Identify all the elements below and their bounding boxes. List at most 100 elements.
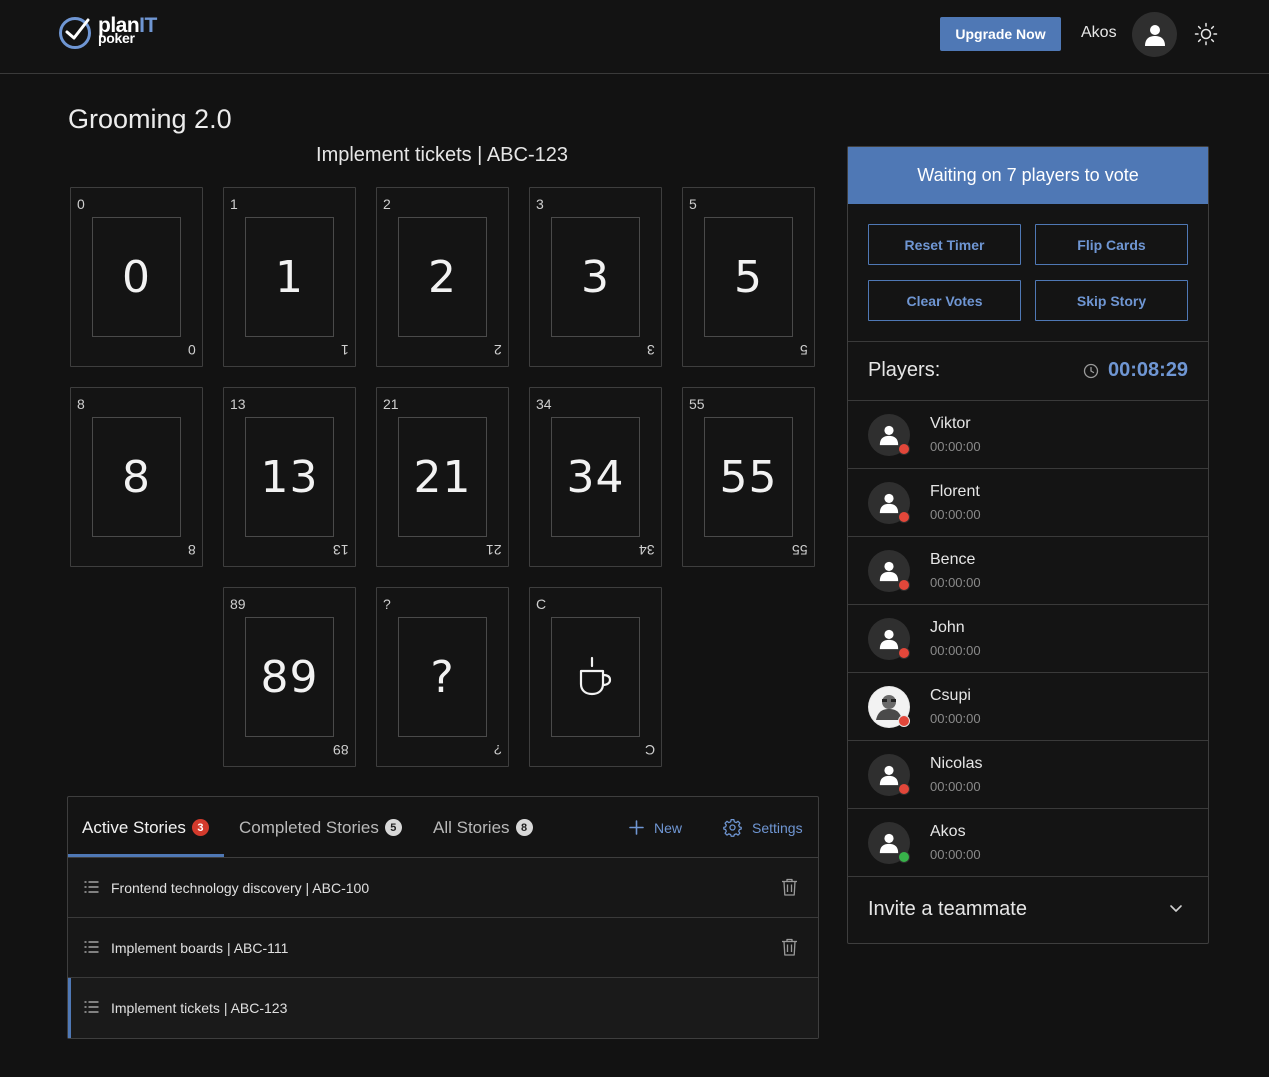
vote-card-question[interactable]: ? ? ? xyxy=(376,587,509,767)
clock-icon xyxy=(1083,363,1099,379)
player-time: 00:00:00 xyxy=(930,847,981,862)
card-face: 1 xyxy=(245,217,334,337)
vote-card-0[interactable]: 0 0 0 xyxy=(70,187,203,367)
card-face: 55 xyxy=(704,417,793,537)
user-icon xyxy=(879,833,899,854)
story-item-current[interactable]: Implement tickets | ABC-123 xyxy=(68,978,818,1038)
active-count-badge: 3 xyxy=(191,819,209,836)
card-corner-top: 2 xyxy=(383,196,391,212)
card-corner-bottom: 2 xyxy=(494,342,502,358)
settings-label: Settings xyxy=(752,819,803,836)
username[interactable]: Akos xyxy=(1081,24,1117,42)
player-row: Viktor 00:00:00 xyxy=(848,401,1208,469)
card-corner-top: C xyxy=(536,596,547,612)
card-face: 89 xyxy=(245,617,334,737)
card-corner-top: 3 xyxy=(536,196,544,212)
current-story-title: Implement tickets | ABC-123 xyxy=(316,144,568,166)
card-face: ? xyxy=(398,617,487,737)
card-corner-top: 8 xyxy=(77,396,85,412)
player-row: Akos 00:00:00 xyxy=(848,809,1208,877)
card-corner-bottom: 89 xyxy=(333,742,349,758)
vote-card-8[interactable]: 8 8 8 xyxy=(70,387,203,567)
card-value: 21 xyxy=(413,451,472,503)
upgrade-now-button[interactable]: Upgrade Now xyxy=(940,17,1061,51)
player-name: Nicolas xyxy=(930,755,983,772)
list-icon xyxy=(84,881,99,893)
logo-text-it: IT xyxy=(139,14,157,37)
player-name: Csupi xyxy=(930,687,971,704)
user-icon xyxy=(879,425,899,446)
card-corner-bottom: 21 xyxy=(486,542,502,558)
vote-card-2[interactable]: 2 2 2 xyxy=(376,187,509,367)
card-corner-bottom: 1 xyxy=(341,342,349,358)
player-name: Florent xyxy=(930,483,980,500)
coffee-cup-icon xyxy=(579,656,611,696)
top-navbar: planIT poker Upgrade Now Akos xyxy=(0,0,1269,74)
tab-completed-stories[interactable]: Completed Stories 5 xyxy=(239,797,402,858)
tab-label: Completed Stories xyxy=(239,817,379,837)
card-corner-top: 5 xyxy=(689,196,697,212)
stories-tabs: Active Stories 3 Completed Stories 5 All… xyxy=(68,797,818,858)
vote-card-5[interactable]: 5 5 5 xyxy=(682,187,815,367)
gear-icon xyxy=(723,818,742,837)
vote-card-13[interactable]: 13 13 13 xyxy=(223,387,356,567)
new-label: New xyxy=(654,819,683,836)
card-corner-top: 89 xyxy=(230,596,246,612)
story-title: Frontend technology discovery | ABC-100 xyxy=(111,879,370,896)
player-name: Akos xyxy=(930,823,966,840)
card-corner-top: 55 xyxy=(689,396,705,412)
card-face xyxy=(551,617,640,737)
card-corner-top: 21 xyxy=(383,396,399,412)
chevron-down-icon[interactable] xyxy=(1169,903,1183,913)
status-dot-not-voted xyxy=(898,579,910,591)
tab-all-stories[interactable]: All Stories 8 xyxy=(433,797,533,858)
settings-button[interactable]: Settings xyxy=(723,797,803,858)
new-story-button[interactable]: New xyxy=(629,797,682,858)
plus-icon xyxy=(629,820,644,835)
trash-icon[interactable] xyxy=(781,878,798,896)
trash-icon[interactable] xyxy=(781,938,798,956)
card-face: 0 xyxy=(92,217,181,337)
planit-poker-logo[interactable]: planIT poker xyxy=(58,15,157,49)
status-dot-not-voted xyxy=(898,647,910,659)
theme-toggle[interactable] xyxy=(1193,21,1219,47)
card-value: 1 xyxy=(275,251,304,303)
vote-card-21[interactable]: 21 21 21 xyxy=(376,387,509,567)
card-corner-bottom: C xyxy=(644,742,655,758)
card-face: 8 xyxy=(92,417,181,537)
reset-timer-button[interactable]: Reset Timer xyxy=(868,224,1021,265)
status-dot-not-voted xyxy=(898,443,910,455)
user-icon xyxy=(879,765,899,786)
vote-card-34[interactable]: 34 34 34 xyxy=(529,387,662,567)
story-item[interactable]: Frontend technology discovery | ABC-100 xyxy=(68,858,818,918)
clear-votes-button[interactable]: Clear Votes xyxy=(868,280,1021,321)
story-title: Implement tickets | ABC-123 xyxy=(111,1000,288,1016)
player-avatar xyxy=(868,754,910,796)
flip-cards-button[interactable]: Flip Cards xyxy=(1035,224,1188,265)
card-corner-top: 1 xyxy=(230,196,238,212)
skip-story-button[interactable]: Skip Story xyxy=(1035,280,1188,321)
vote-card-1[interactable]: 1 1 1 xyxy=(223,187,356,367)
vote-card-89[interactable]: 89 89 89 xyxy=(223,587,356,767)
tab-active-stories[interactable]: Active Stories 3 xyxy=(82,797,209,858)
vote-status-banner: Waiting on 7 players to vote xyxy=(848,147,1208,204)
player-time: 00:00:00 xyxy=(930,439,981,454)
card-corner-top: 13 xyxy=(230,396,246,412)
card-value: 8 xyxy=(122,451,151,503)
card-corner-top: ? xyxy=(383,596,391,612)
story-item[interactable]: Implement boards | ABC-111 xyxy=(68,918,818,978)
invite-teammate-toggle[interactable]: Invite a teammate xyxy=(868,898,1027,921)
card-corner-bottom: 34 xyxy=(639,542,655,558)
tab-label: All Stories xyxy=(433,817,510,837)
player-row: John 00:00:00 xyxy=(848,605,1208,673)
vote-card-55[interactable]: 55 55 55 xyxy=(682,387,815,567)
user-avatar[interactable] xyxy=(1132,12,1177,57)
sun-icon xyxy=(1194,22,1218,46)
card-value: 13 xyxy=(260,451,319,503)
player-time: 00:00:00 xyxy=(930,711,981,726)
player-name: Viktor xyxy=(930,415,971,432)
players-heading: Players: xyxy=(868,359,941,381)
vote-card-3[interactable]: 3 3 3 xyxy=(529,187,662,367)
vote-card-coffee[interactable]: C C xyxy=(529,587,662,767)
card-face: 5 xyxy=(704,217,793,337)
